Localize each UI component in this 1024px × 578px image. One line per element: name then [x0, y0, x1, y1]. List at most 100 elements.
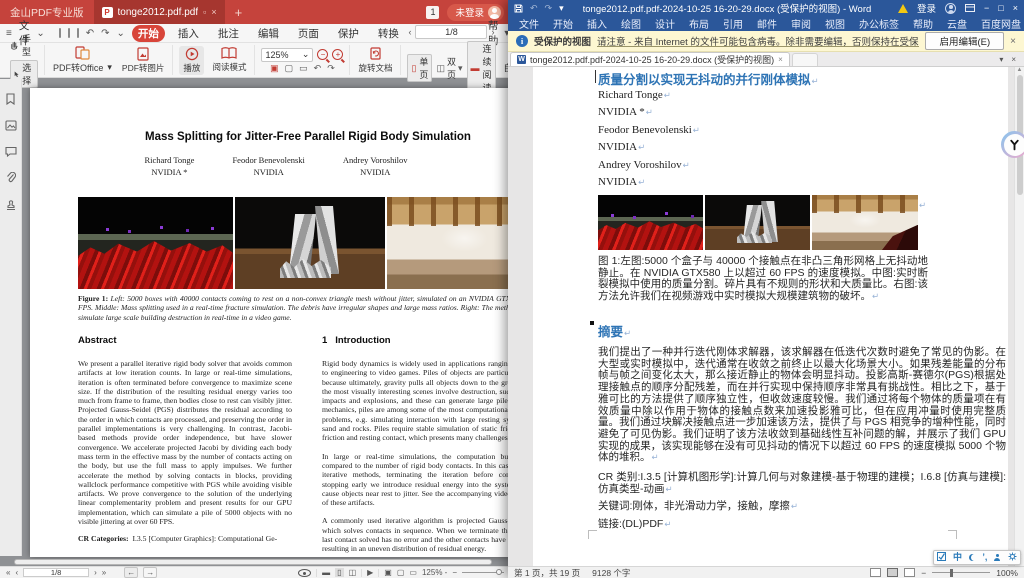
tab-list-dropdown-icon[interactable]: ▾: [999, 55, 1003, 64]
new-tab-button[interactable]: +: [235, 5, 243, 20]
banner-close-icon[interactable]: ×: [1010, 36, 1016, 47]
fit-width-icon[interactable]: ▣: [270, 64, 279, 73]
fit-width-icon[interactable]: ▣: [384, 568, 392, 577]
new-document-tab[interactable]: [792, 53, 818, 66]
zoom-minus-icon[interactable]: −: [452, 568, 457, 577]
single-page-button[interactable]: ▯单页: [407, 54, 432, 82]
ribbon-display-options-icon[interactable]: [965, 4, 975, 12]
word-page[interactable]: 质量分割以实现无抖动的并行刚体模拟↵ Richard Tonge↵ NVIDIA…: [533, 67, 1008, 566]
tab-draw[interactable]: 绘图: [614, 16, 648, 31]
zoom-in-icon[interactable]: +: [332, 49, 343, 60]
bookmarks-panel-icon[interactable]: [5, 93, 16, 105]
continuous-layout-icon[interactable]: ▬: [322, 568, 330, 577]
play-icon[interactable]: ▶: [367, 568, 373, 577]
zoom-out-icon[interactable]: −: [317, 49, 328, 60]
pdf-document-tab[interactable]: P tonge2012.pdf.pdf ▫ ×: [94, 0, 225, 24]
attachments-panel-icon[interactable]: [6, 172, 16, 184]
menu-tab-page[interactable]: 页面: [292, 25, 325, 42]
prev-page-icon[interactable]: ‹: [408, 27, 411, 37]
tab-bar-close-icon[interactable]: ×: [1011, 55, 1016, 64]
zoom-slider-handle[interactable]: [496, 569, 502, 575]
undo-icon[interactable]: ↶: [86, 28, 94, 39]
save-icon[interactable]: [68, 28, 70, 38]
fit-visible-icon[interactable]: ▭: [409, 568, 417, 577]
fit-page-icon[interactable]: ▢: [397, 568, 405, 577]
menu-tab-edit[interactable]: 编辑: [252, 25, 285, 42]
zoom-slider[interactable]: [462, 572, 504, 573]
minimize-button[interactable]: −: [984, 4, 989, 13]
tab-cloud[interactable]: 云盘: [940, 16, 974, 31]
tab-references[interactable]: 引用: [716, 16, 750, 31]
tab-view[interactable]: 视图: [818, 16, 852, 31]
page-number-input[interactable]: [415, 25, 487, 39]
tab-home[interactable]: 开始: [546, 16, 580, 31]
play-presentation-button[interactable]: 播放: [179, 46, 204, 75]
first-page-icon[interactable]: «: [6, 568, 10, 577]
maximize-button[interactable]: □: [998, 4, 1003, 13]
status-page-input[interactable]: [23, 568, 89, 577]
comments-panel-icon[interactable]: [5, 146, 17, 157]
fit-page-icon[interactable]: ▢: [285, 64, 294, 73]
rotate-left-icon[interactable]: ↶: [314, 64, 322, 73]
close-button[interactable]: ×: [1013, 4, 1018, 13]
tab-baidu-netdisk[interactable]: 百度网盘: [974, 16, 1024, 31]
ime-settings-gear-icon[interactable]: [1008, 552, 1017, 563]
scroll-up-icon[interactable]: ▲: [1017, 67, 1023, 73]
hand-tool-button[interactable]: 手型: [10, 32, 38, 58]
tab-layout[interactable]: 布局: [682, 16, 716, 31]
print-layout-view-icon[interactable]: [887, 568, 898, 577]
tab-design[interactable]: 设计: [648, 16, 682, 31]
pdf-to-office-button[interactable]: PDF转Office▾: [51, 46, 114, 74]
tab-review[interactable]: 审阅: [784, 16, 818, 31]
tab-file[interactable]: 文件: [512, 16, 546, 31]
menu-tab-comment[interactable]: 批注: [212, 25, 245, 42]
floating-assistant-bubble[interactable]: [1001, 131, 1024, 158]
zoom-select[interactable]: 125% ⌄: [261, 48, 313, 62]
tab-mailings[interactable]: 邮件: [750, 16, 784, 31]
fit-visible-icon[interactable]: ▭: [299, 64, 308, 73]
menu-tab-convert[interactable]: 转换: [372, 25, 405, 42]
single-layout-icon[interactable]: ▯: [335, 568, 343, 577]
ime-fullwidth-icon[interactable]: [969, 554, 976, 561]
redo-icon[interactable]: ↷: [101, 28, 109, 39]
menu-tab-home[interactable]: 开始: [132, 25, 165, 42]
redo-icon[interactable]: ↷: [545, 4, 553, 13]
tab-office-tab[interactable]: 办公标签: [852, 16, 906, 31]
stamp-panel-icon[interactable]: [5, 199, 17, 211]
tab-help[interactable]: 帮助: [906, 16, 940, 31]
document-tab-close-icon[interactable]: ×: [778, 55, 783, 64]
close-tab-icon[interactable]: ×: [211, 7, 216, 17]
background-toggle-icon[interactable]: [298, 569, 311, 577]
zoom-slider-handle[interactable]: [950, 569, 953, 577]
prev-page-icon[interactable]: ‹: [15, 568, 18, 577]
view-back-icon[interactable]: ←: [124, 567, 138, 578]
last-page-icon[interactable]: »: [102, 568, 106, 577]
next-page-icon[interactable]: ›: [94, 568, 97, 577]
web-layout-view-icon[interactable]: [904, 568, 915, 577]
menu-tab-insert[interactable]: 插入: [172, 25, 205, 42]
account-avatar-icon[interactable]: [945, 3, 956, 14]
menu-tab-protect[interactable]: 保护: [332, 25, 365, 42]
customize-qat-icon[interactable]: ▾: [559, 4, 564, 13]
rotate-document-button[interactable]: 旋转文档: [356, 47, 394, 74]
rotate-right-icon[interactable]: ↷: [327, 64, 335, 73]
zoom-out-icon[interactable]: −: [921, 568, 926, 578]
view-forward-icon[interactable]: →: [143, 567, 157, 578]
ime-pad-icon[interactable]: [937, 552, 946, 563]
horizontal-scrollbar[interactable]: [14, 559, 492, 565]
read-mode-button[interactable]: 阅读模式: [210, 47, 248, 73]
print-icon[interactable]: [77, 28, 79, 38]
zoom-percentage[interactable]: 100%: [996, 568, 1018, 578]
ime-user-icon[interactable]: [994, 554, 1001, 561]
word-count[interactable]: 9128 个字: [592, 567, 630, 578]
pin-tab-icon[interactable]: ▫: [203, 7, 206, 17]
page-indicator[interactable]: 第 1 页，共 19 页: [514, 567, 580, 578]
tab-insert[interactable]: 插入: [580, 16, 614, 31]
double-page-button[interactable]: ◫双页▾: [436, 55, 462, 81]
enable-editing-button[interactable]: 启用编辑(E): [925, 32, 1004, 50]
sign-in-button[interactable]: 登录: [917, 1, 936, 15]
document-tab[interactable]: W tonge2012.pdf.pdf-2024-10-25 16-20-29.…: [510, 52, 790, 66]
more-commands-icon[interactable]: ⌄: [117, 28, 125, 39]
window-count-badge[interactable]: 1: [426, 6, 439, 19]
ime-language-mode-icon[interactable]: 中: [953, 553, 962, 562]
